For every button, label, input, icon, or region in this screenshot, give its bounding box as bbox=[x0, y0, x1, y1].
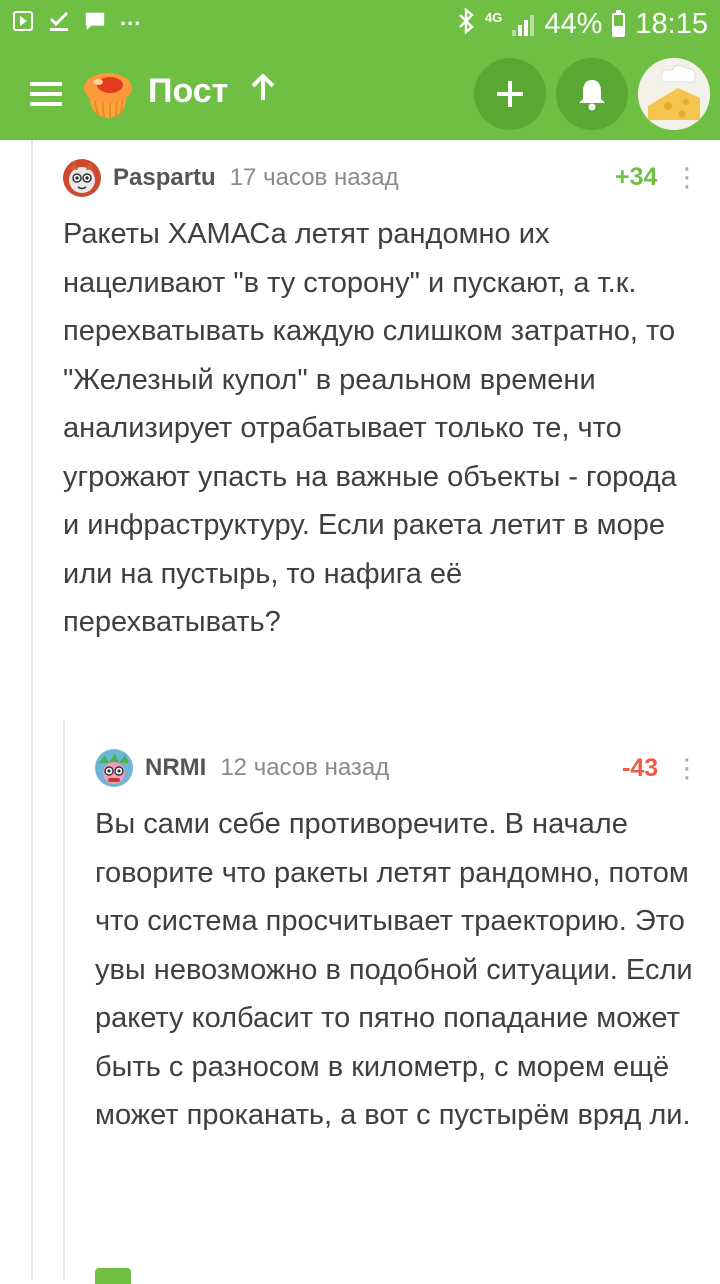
more-notifications: ... bbox=[120, 5, 142, 30]
battery-icon bbox=[612, 9, 626, 37]
more-options-icon[interactable]: ⋮ bbox=[674, 164, 700, 190]
comment-author[interactable]: NRMI bbox=[145, 754, 206, 782]
status-bar: ... 4G 44% 18:15 bbox=[0, 0, 720, 48]
comment-time: 17 часов назад bbox=[229, 164, 399, 191]
notifications-button[interactable] bbox=[556, 58, 628, 130]
bell-icon bbox=[579, 80, 605, 111]
add-post-button[interactable] bbox=[474, 58, 546, 130]
page-title: Пост bbox=[148, 72, 229, 110]
comment-author[interactable]: Paspartu bbox=[113, 164, 216, 192]
message-icon bbox=[84, 10, 106, 32]
arrow-up-icon[interactable] bbox=[250, 73, 276, 110]
battery-fill bbox=[614, 25, 624, 35]
comment-text: Ракеты ХАМАСа летят рандомно их нацелива… bbox=[63, 218, 677, 638]
system-status: 4G 44% 18:15 bbox=[457, 7, 708, 41]
avatar[interactable] bbox=[63, 159, 101, 197]
comment-rating: -43 bbox=[622, 754, 659, 782]
comment-header: Paspartu 17 часов назад bbox=[63, 159, 399, 197]
comment-rating: +34 bbox=[615, 163, 658, 191]
comment-text: Вы сами себе противоречите. В начале гов… bbox=[95, 808, 693, 1131]
comment-time: 12 часов назад bbox=[220, 754, 390, 781]
comment-header: NRMI 12 часов назад bbox=[95, 749, 389, 787]
plus-icon bbox=[497, 81, 523, 107]
user-avatar[interactable] bbox=[638, 58, 710, 130]
next-comment-badge bbox=[95, 1268, 131, 1284]
play-notification-icon bbox=[12, 10, 34, 32]
check-download-icon bbox=[48, 10, 70, 32]
bluetooth-icon bbox=[457, 7, 475, 41]
clock: 18:15 bbox=[635, 8, 708, 40]
notification-icons: ... bbox=[12, 5, 141, 32]
nested-thread-line bbox=[63, 720, 65, 1280]
menu-icon[interactable] bbox=[30, 82, 62, 106]
signal-icon bbox=[512, 14, 535, 36]
more-options-icon[interactable]: ⋮ bbox=[674, 755, 700, 781]
app-bar: Пост bbox=[0, 48, 720, 140]
thread-line bbox=[31, 140, 33, 1280]
battery-percent: 44% bbox=[544, 8, 603, 40]
avatar[interactable] bbox=[95, 749, 133, 787]
pikabu-logo[interactable] bbox=[80, 66, 136, 122]
network-type: 4G bbox=[485, 10, 503, 25]
